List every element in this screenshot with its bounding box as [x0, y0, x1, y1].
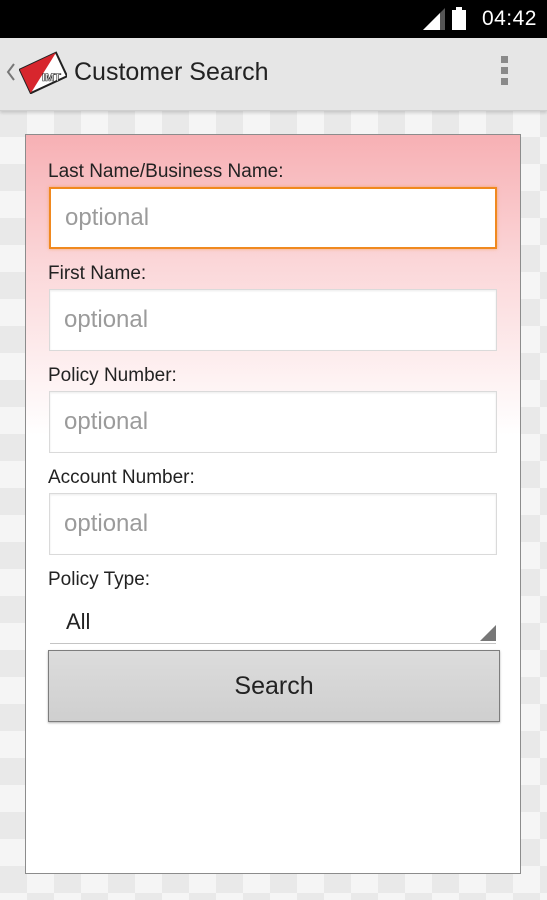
policy-type-dropdown[interactable]: All: [50, 597, 496, 644]
signal-icon: [423, 8, 445, 30]
last-name-input[interactable]: [51, 189, 495, 247]
up-caret-icon[interactable]: [6, 62, 16, 82]
account-number-field-wrapper: [49, 493, 497, 555]
policy-type-label: Policy Type:: [48, 569, 151, 590]
first-name-input[interactable]: [50, 290, 496, 350]
status-time: 04:42: [481, 7, 537, 30]
page-title: Customer Search: [74, 58, 269, 86]
last-name-label: Last Name/Business Name:: [48, 161, 284, 182]
app-logo-icon[interactable]: IMT: [19, 50, 67, 94]
logo-text: IMT: [42, 72, 61, 84]
search-form-card: Last Name/Business Name: First Name: Pol…: [25, 134, 521, 874]
dropdown-arrow-icon: [480, 625, 496, 641]
status-bar: 04:42: [0, 0, 547, 38]
battery-icon: [452, 7, 466, 30]
first-name-label: First Name:: [48, 263, 147, 284]
search-button[interactable]: Search: [48, 650, 500, 722]
policy-type-selected: All: [66, 609, 91, 634]
account-number-input[interactable]: [50, 494, 496, 554]
account-number-label: Account Number:: [48, 467, 195, 488]
first-name-field-wrapper: [49, 289, 497, 351]
last-name-field-wrapper: [49, 187, 497, 249]
policy-number-input[interactable]: [50, 392, 496, 452]
action-bar: IMT Customer Search: [0, 38, 547, 111]
overflow-menu-icon[interactable]: [497, 56, 511, 92]
policy-number-label: Policy Number:: [48, 365, 177, 386]
policy-number-field-wrapper: [49, 391, 497, 453]
